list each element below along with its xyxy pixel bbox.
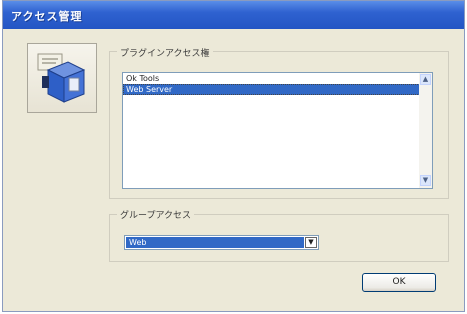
scroll-down-button[interactable]: ▼ xyxy=(420,175,431,186)
chevron-down-icon[interactable]: ▼ xyxy=(305,237,317,248)
ok-button-label: OK xyxy=(392,277,406,287)
scroll-up-button[interactable]: ▲ xyxy=(420,74,431,85)
ok-button[interactable]: OK xyxy=(362,273,436,292)
group-access-select-value: Web xyxy=(126,237,304,248)
list-item-label: Web Server xyxy=(126,85,173,94)
list-item[interactable]: Ok Tools xyxy=(123,73,418,84)
access-dialog: アクセス管理 プラグインアクセス権 Ok Tools Web Server ▲ xyxy=(2,0,465,312)
group-access-select[interactable]: Web ▼ xyxy=(124,235,319,250)
list-item-label: Ok Tools xyxy=(126,74,160,83)
group-access-label: グループアクセス xyxy=(117,208,195,221)
list-item-selected[interactable]: Web Server xyxy=(123,84,432,95)
plugin-access-list[interactable]: Ok Tools Web Server ▲ ▼ xyxy=(122,72,433,189)
access-icon-frame xyxy=(27,43,97,113)
title-bar: アクセス管理 xyxy=(3,1,464,29)
list-scrollbar[interactable]: ▲ ▼ xyxy=(419,73,432,188)
window-title: アクセス管理 xyxy=(11,10,83,23)
plugin-access-label: プラグインアクセス権 xyxy=(117,46,213,59)
access-permission-icon xyxy=(37,53,86,103)
